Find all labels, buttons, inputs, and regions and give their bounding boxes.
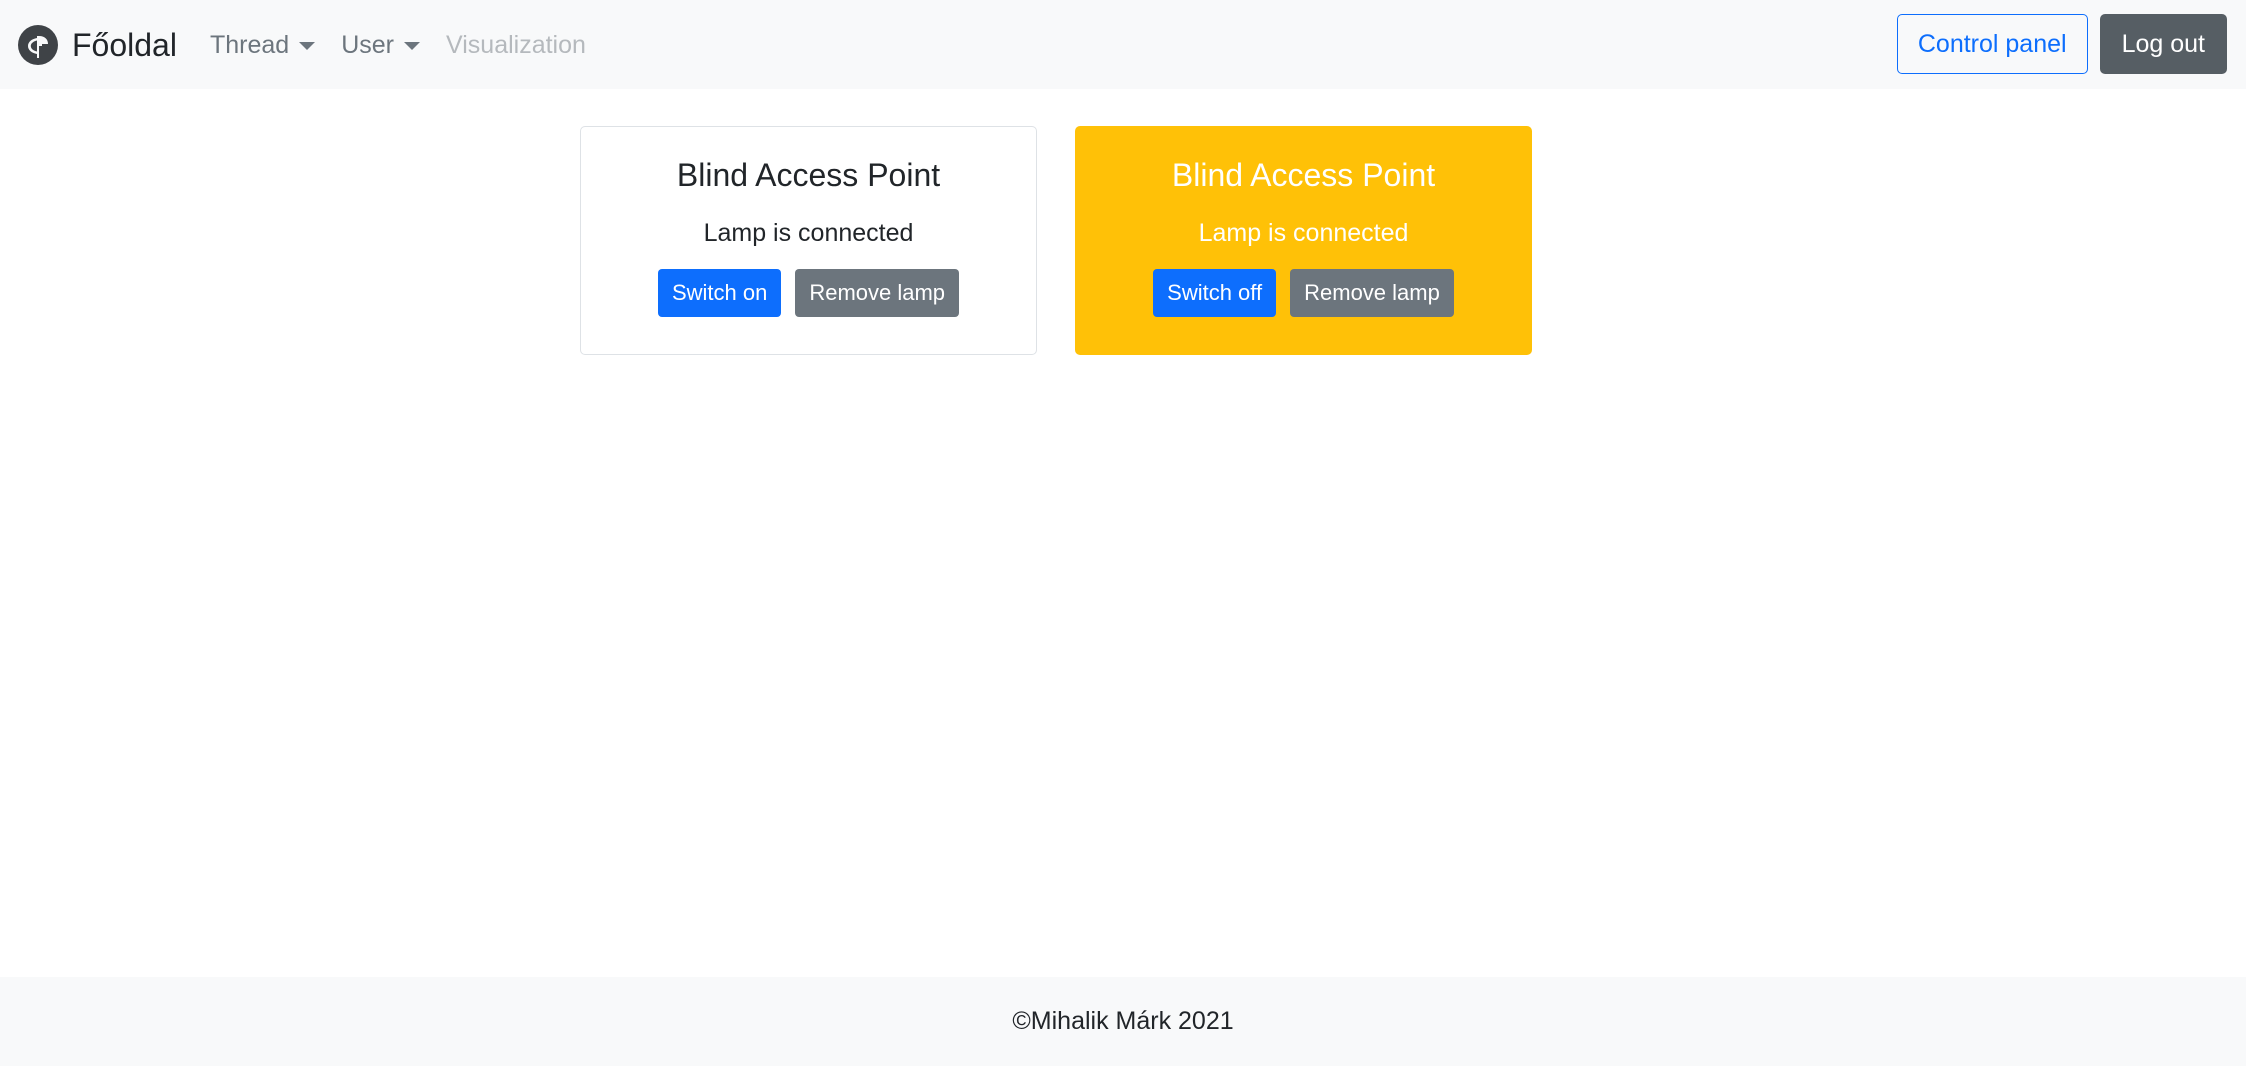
- card-actions: Switch off Remove lamp: [1153, 269, 1454, 317]
- main-nav: Thread User Visualization: [210, 24, 586, 66]
- brand-home-link[interactable]: Főoldal: [18, 24, 177, 66]
- chevron-down-icon: [299, 42, 316, 50]
- card-title: Blind Access Point: [1171, 157, 1436, 193]
- remove-lamp-button[interactable]: Remove lamp: [1290, 269, 1454, 317]
- remove-lamp-button[interactable]: Remove lamp: [795, 269, 960, 317]
- nav-thread-dropdown[interactable]: Thread: [210, 30, 316, 60]
- nav-user-dropdown[interactable]: User: [341, 30, 421, 60]
- switch-on-button[interactable]: Switch on: [657, 269, 782, 317]
- brand-logo-icon: [18, 25, 58, 65]
- card-status: Lamp is connected: [703, 219, 914, 247]
- brand-title: Főoldal: [72, 27, 177, 63]
- card-actions: Switch on Remove lamp: [657, 269, 960, 317]
- chevron-down-icon: [404, 42, 421, 50]
- logout-button[interactable]: Log out: [2099, 14, 2227, 74]
- nav-user-label: User: [341, 30, 395, 59]
- nav-visualization-label: Visualization: [446, 30, 586, 59]
- card-title: Blind Access Point: [676, 157, 941, 193]
- lamp-card: Blind Access Point Lamp is connected Swi…: [580, 126, 1037, 355]
- lamp-card-active: Blind Access Point Lamp is connected Swi…: [1075, 126, 1532, 355]
- page-footer: ©Mihalik Márk 2021: [0, 977, 2246, 1066]
- nav-actions: Control panel Log out: [1896, 14, 2227, 74]
- card-status: Lamp is connected: [1198, 219, 1409, 247]
- copyright-text: ©Mihalik Márk 2021: [1012, 1007, 1234, 1035]
- switch-off-button[interactable]: Switch off: [1153, 269, 1277, 317]
- nav-visualization-link: Visualization: [446, 31, 586, 60]
- top-navbar: Főoldal Thread User Visualization Contro…: [0, 0, 2246, 89]
- nav-thread-label: Thread: [210, 30, 290, 59]
- lamp-cards: Blind Access Point Lamp is connected Swi…: [580, 126, 1532, 355]
- control-panel-button[interactable]: Control panel: [1896, 14, 2088, 74]
